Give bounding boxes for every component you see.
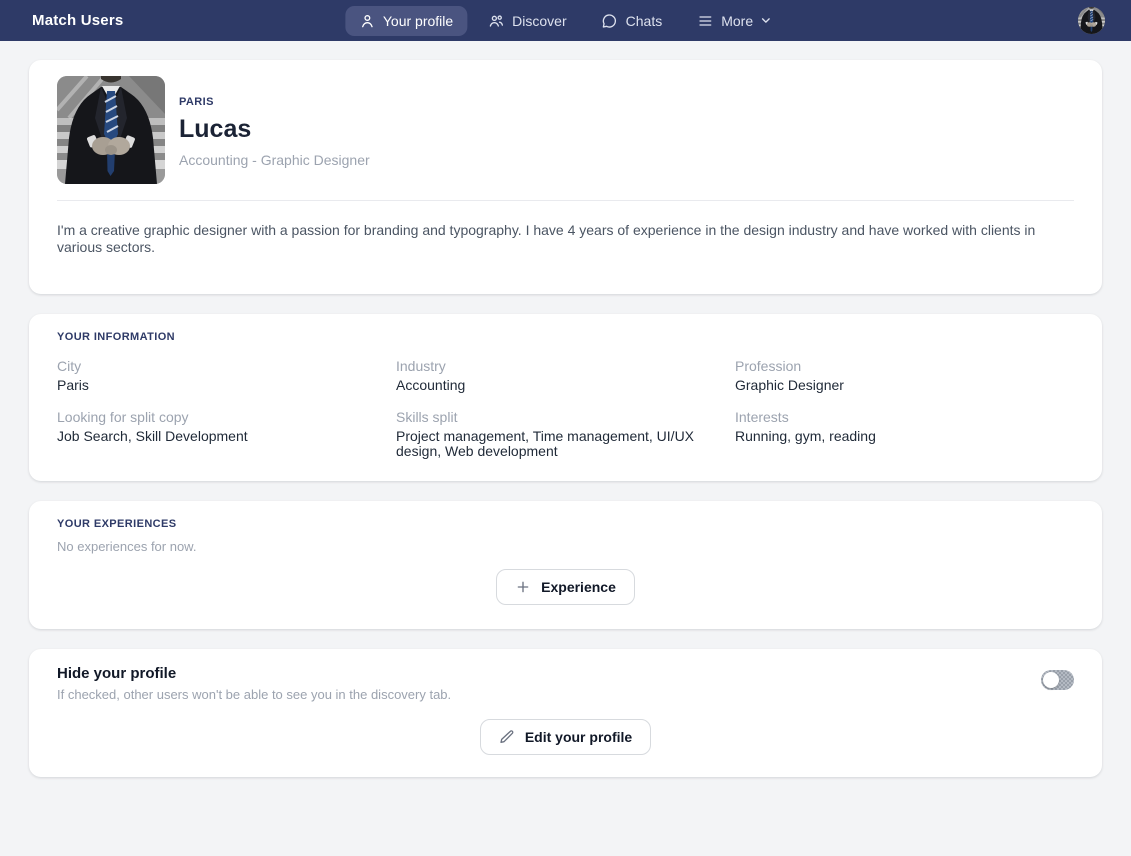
- main-navigation: Your profile Discover Chats More: [345, 6, 786, 36]
- field-label: Industry: [396, 358, 721, 374]
- chat-bubble-icon: [602, 13, 618, 29]
- app-title: Match Users: [32, 12, 123, 29]
- pencil-icon: [499, 729, 515, 745]
- field-label: Looking for split copy: [57, 409, 382, 425]
- your-information-card: YOUR INFORMATION City Paris Industry Acc…: [29, 314, 1102, 481]
- information-grid: City Paris Industry Accounting Professio…: [57, 358, 1074, 459]
- top-navbar: Match Users Your profile Discover Chats …: [0, 0, 1131, 41]
- profile-photo: [57, 76, 165, 184]
- add-experience-label: Experience: [541, 579, 616, 595]
- edit-profile-button[interactable]: Edit your profile: [480, 719, 651, 755]
- hide-profile-title: Hide your profile: [57, 665, 451, 682]
- field-label: Interests: [735, 409, 1060, 425]
- field-value: Running, gym, reading: [735, 429, 1060, 444]
- profile-city-badge: PARIS: [179, 96, 370, 108]
- user-icon: [359, 13, 375, 29]
- field-value: Job Search, Skill Development: [57, 429, 382, 444]
- nav-tab-your-profile[interactable]: Your profile: [345, 6, 467, 36]
- field-value: Project management, Time management, UI/…: [396, 429, 721, 459]
- field-value: Graphic Designer: [735, 378, 1060, 393]
- section-title-experiences: YOUR EXPERIENCES: [57, 518, 1074, 530]
- nav-label: Chats: [626, 13, 663, 29]
- nav-menu-more[interactable]: More: [683, 6, 786, 36]
- nav-label: More: [721, 13, 753, 29]
- profile-bio: I'm a creative graphic designer with a p…: [57, 222, 1074, 256]
- plus-icon: [515, 579, 531, 595]
- field-industry: Industry Accounting: [396, 358, 735, 393]
- users-icon: [488, 13, 504, 29]
- toggle-knob: [1043, 672, 1059, 688]
- divider: [57, 200, 1074, 201]
- field-interests: Interests Running, gym, reading: [735, 409, 1074, 459]
- profile-name: Lucas: [179, 115, 370, 144]
- page-content: PARIS Lucas Accounting - Graphic Designe…: [29, 41, 1102, 837]
- edit-profile-label: Edit your profile: [525, 729, 632, 745]
- add-experience-button[interactable]: Experience: [496, 569, 635, 605]
- hide-profile-description: If checked, other users won't be able to…: [57, 687, 451, 702]
- nav-tab-chats[interactable]: Chats: [588, 6, 677, 36]
- menu-icon: [697, 13, 713, 29]
- profile-subtitle: Accounting - Graphic Designer: [179, 152, 370, 168]
- field-skills: Skills split Project management, Time ma…: [396, 409, 735, 459]
- field-label: Profession: [735, 358, 1060, 374]
- profile-header: PARIS Lucas Accounting - Graphic Designe…: [57, 76, 1074, 184]
- field-value: Accounting: [396, 378, 721, 393]
- profile-settings-card: Hide your profile If checked, other user…: [29, 649, 1102, 777]
- experiences-empty-message: No experiences for now.: [57, 539, 1074, 554]
- user-avatar[interactable]: [1078, 7, 1105, 34]
- field-value: Paris: [57, 378, 382, 393]
- hide-profile-text: Hide your profile If checked, other user…: [57, 665, 451, 702]
- field-city: City Paris: [57, 358, 396, 393]
- nav-label: Discover: [512, 13, 566, 29]
- field-looking-for: Looking for split copy Job Search, Skill…: [57, 409, 396, 459]
- your-experiences-card: YOUR EXPERIENCES No experiences for now.…: [29, 501, 1102, 629]
- field-label: City: [57, 358, 382, 374]
- chevron-down-icon: [761, 14, 772, 27]
- profile-summary-card: PARIS Lucas Accounting - Graphic Designe…: [29, 60, 1102, 294]
- profile-meta: PARIS Lucas Accounting - Graphic Designe…: [179, 76, 370, 184]
- nav-tab-discover[interactable]: Discover: [474, 6, 580, 36]
- section-title-information: YOUR INFORMATION: [57, 331, 1074, 343]
- nav-label: Your profile: [383, 13, 453, 29]
- hide-profile-toggle[interactable]: [1041, 670, 1074, 690]
- field-label: Skills split: [396, 409, 721, 425]
- field-profession: Profession Graphic Designer: [735, 358, 1074, 393]
